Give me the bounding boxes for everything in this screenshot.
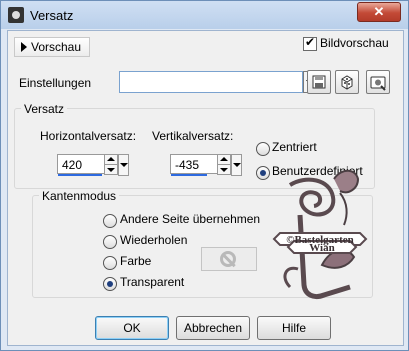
horizontal-offset-input[interactable]: 420 [57, 154, 105, 174]
ok-button[interactable]: OK [95, 316, 169, 340]
radio-zentriert[interactable] [256, 142, 270, 156]
horizontal-offset-label: Horizontalversatz: [40, 129, 137, 143]
radio-wiederholen[interactable] [103, 235, 117, 249]
versatz-legend: Versatz [21, 102, 68, 116]
watermark-text-2: Wian [309, 242, 334, 254]
vertical-offset-input[interactable]: -435 [170, 154, 218, 174]
radio-andere-seite[interactable] [103, 214, 117, 228]
preview-toggle-label: Vorschau [31, 40, 82, 54]
preview-toggle-button[interactable]: Vorschau [14, 37, 90, 57]
settings-label: Einstellungen [19, 76, 92, 90]
vertical-offset-label: Vertikalversatz: [152, 129, 234, 143]
camera-icon [8, 7, 24, 23]
watermark-logo: ©Bastelgarten Wian [272, 169, 368, 300]
horizontal-offset-spinbox[interactable]: 420 [57, 154, 129, 176]
radio-farbe[interactable] [103, 256, 117, 270]
preset-manager-button[interactable] [366, 70, 390, 94]
bildvorschau-checkbox[interactable]: ✔ [303, 35, 317, 51]
kantenmodus-legend: Kantenmodus [39, 189, 120, 203]
vertical-value-bar [171, 174, 207, 176]
save-icon [312, 75, 326, 89]
help-button[interactable]: Hilfe [257, 316, 331, 340]
disabled-icon [220, 251, 236, 267]
bildvorschau-label: Bildvorschau [320, 36, 389, 50]
vertical-offset-spinbox[interactable]: -435 [170, 154, 242, 176]
horizontal-value-bar [58, 174, 102, 176]
close-button[interactable]: ✕ [357, 2, 401, 22]
color-swatch-button[interactable] [201, 247, 257, 271]
window-title: Versatz [30, 8, 74, 23]
expand-triangle-icon [21, 42, 27, 52]
farbe-label: Farbe [120, 254, 152, 268]
save-preset-button[interactable] [307, 70, 331, 94]
wiederholen-label: Wiederholen [120, 233, 188, 247]
horizontal-decrement-button[interactable] [104, 164, 118, 175]
horizontal-slider-button[interactable] [118, 154, 129, 176]
randomize-button[interactable] [335, 70, 359, 94]
dialog-window: Versatz ✕ Vorschau ✔ Bildvorschau Einste… [0, 0, 409, 351]
dice-icon [341, 75, 353, 90]
vertical-offset-value: -435 [175, 158, 200, 172]
vertical-decrement-button[interactable] [217, 164, 231, 175]
andere-seite-label: Andere Seite übernehmen [120, 212, 261, 226]
preset-manager-icon [370, 76, 386, 91]
zentriert-label: Zentriert [272, 140, 317, 154]
horizontal-offset-value: 420 [62, 158, 83, 172]
transparent-label: Transparent [120, 275, 185, 289]
check-icon: ✔ [305, 35, 316, 49]
title-bar: Versatz ✕ [1, 1, 408, 29]
dialog-content: Vorschau ✔ Bildvorschau Einstellungen Ve… [7, 30, 404, 346]
radio-transparent[interactable] [103, 277, 117, 291]
settings-dropdown[interactable] [119, 71, 316, 93]
cancel-button[interactable]: Abbrechen [176, 316, 250, 340]
vertical-slider-button[interactable] [231, 154, 242, 176]
